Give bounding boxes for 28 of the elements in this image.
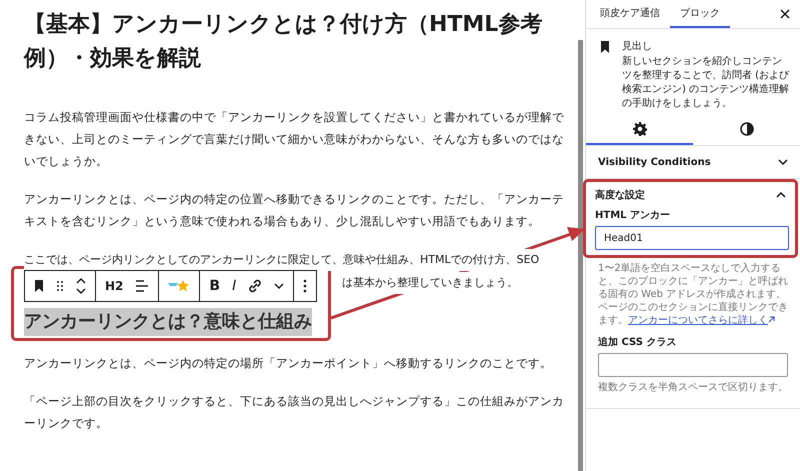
contrast-icon bbox=[740, 122, 754, 136]
bookmark-icon bbox=[600, 41, 610, 53]
gear-icon bbox=[632, 122, 646, 136]
paragraph: コラム投稿管理画面や仕様書の中で「アンカーリンクを設置してください」と書かれているが理解できない、上司とのミーティングで言葉だけ聞いて細かい意味がわからない、そんな方も多いのではないでしょうか。 bbox=[24, 109, 565, 170]
anchor-input[interactable]: Head01 bbox=[595, 226, 789, 250]
help-text: 1〜2単語を空白スペースなしで入力すると、このブロックに「アンカー」と呼ばれる固有の Web アドレスが作成されます。ページのこのセクションに直接リンクできます。アンカーについてさらに詳しく bbox=[598, 262, 788, 327]
external-link-icon bbox=[768, 316, 775, 323]
sidebar-tab[interactable]: 頭皮ケア通信 bbox=[590, 0, 670, 28]
panel-header[interactable]: 高度な設定 bbox=[586, 182, 795, 208]
paragraph: アンカーリンクとは、ページ内の特定の位置へ移動できるリンクのことです。ただし、「アンカーテキストを含むリンク」という意味で使われる場合もあり、少し混乱しやすい用語でもあります。 bbox=[24, 191, 565, 230]
italic-button[interactable]: I bbox=[227, 271, 242, 301]
paragraph: アンカーリンクとは、ページ内の特定の場所「アンカーポイント」へ移動するリンクのことです。 bbox=[24, 355, 553, 372]
block-name: 見出し bbox=[622, 40, 653, 53]
bold-button[interactable]: B bbox=[204, 271, 226, 301]
sidebar-tab[interactable]: ブロック bbox=[670, 0, 730, 28]
post-title: 【基本】アンカーリンクとは？付け方（HTML参考例）・効果を解説 bbox=[24, 10, 544, 73]
help-link[interactable]: アンカーについてさらに詳しく bbox=[628, 315, 775, 326]
chevron-down-icon bbox=[778, 159, 788, 165]
block-description: 新しいセクションを紹介しコンテンツを整理することで、訪問者 (および検索エンジン) のコンテンツ構造理解の手助けをしましょう。 bbox=[622, 55, 790, 111]
panel-header[interactable]: Visibility Conditions bbox=[586, 146, 800, 178]
field-label: HTML アンカー bbox=[595, 209, 671, 222]
heading-level-button[interactable]: H2 bbox=[100, 271, 128, 301]
field-label: 追加 CSS クラス bbox=[598, 336, 678, 349]
paragraph: 「ページ上部の目次をクリックすると、下にある該当の見出しへジャンプする」この仕組みがアンカーリンクです。 bbox=[24, 393, 565, 432]
section-heading: アンカーリンクとは？意味と仕組み bbox=[24, 308, 312, 336]
css-class-input[interactable] bbox=[598, 353, 788, 377]
help-text: 複数クラスを半角スペースで区切ります。 bbox=[598, 381, 788, 394]
chevron-up-icon bbox=[776, 192, 786, 198]
